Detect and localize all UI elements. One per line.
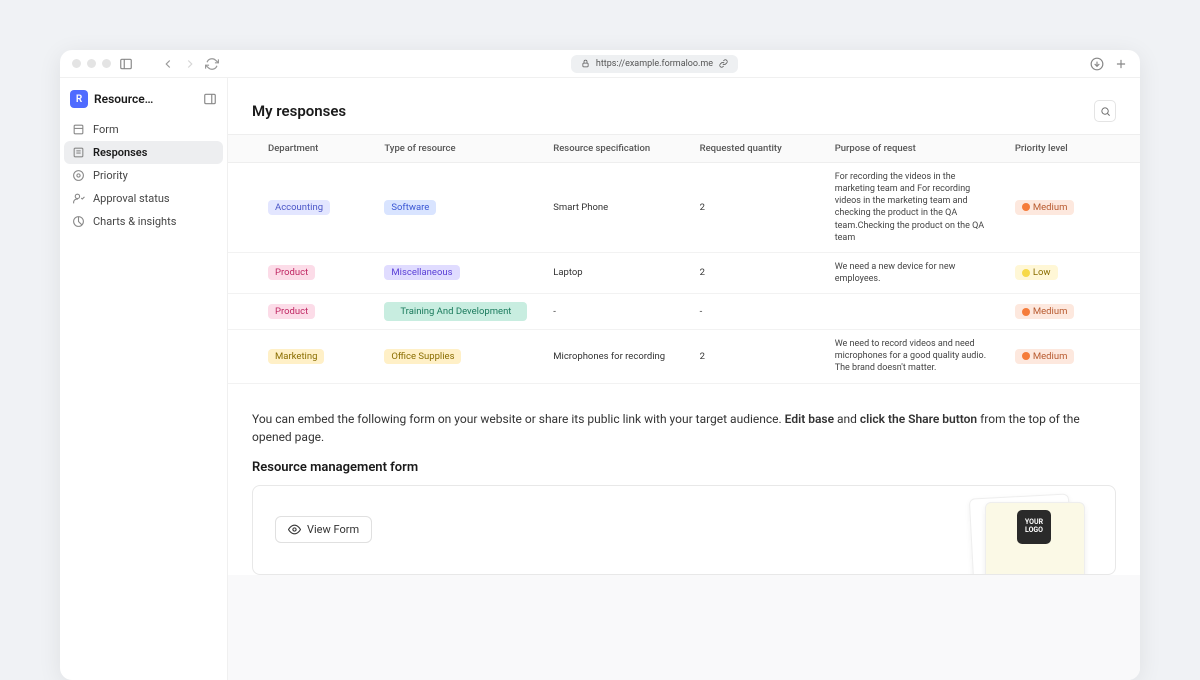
reload-button[interactable] <box>205 57 219 71</box>
type-tag: Miscellaneous <box>384 265 459 280</box>
app-logo: R <box>70 90 88 108</box>
form-icon <box>72 123 85 136</box>
dept-tag: Marketing <box>268 349 324 364</box>
priority-tag: Low <box>1015 265 1058 280</box>
table-row[interactable]: Accounting Software Smart Phone 2 For re… <box>228 163 1140 253</box>
responses-icon <box>72 146 85 159</box>
spec-cell: Smart Phone <box>543 163 689 253</box>
qty-cell: 2 <box>690 163 825 253</box>
eye-icon <box>288 523 301 536</box>
responses-table: Department Type of resource Resource spe… <box>228 134 1140 384</box>
qty-cell: 2 <box>690 330 825 383</box>
forward-button[interactable] <box>183 57 197 71</box>
dept-tag: Product <box>268 304 315 319</box>
sidebar-item-responses[interactable]: Responses <box>64 141 223 164</box>
sidebar-header: R Resource… <box>64 84 223 118</box>
embed-section: You can embed the following form on your… <box>228 384 1140 575</box>
back-button[interactable] <box>161 57 175 71</box>
logo-placeholder: YOUR LOGO <box>1017 510 1051 544</box>
priority-icon <box>72 169 85 182</box>
main-content: My responses Department Type of resource… <box>228 78 1140 680</box>
sidebar: R Resource… Form Responses Priority Appr… <box>60 78 228 680</box>
priority-tag: Medium <box>1015 304 1075 319</box>
type-tag: Training And Development <box>384 302 527 321</box>
link-icon <box>719 59 728 68</box>
view-form-label: View Form <box>307 523 359 536</box>
col-qty[interactable]: Requested quantity <box>690 135 825 163</box>
purpose-cell: We need a new device for new employees. <box>835 261 990 285</box>
collapse-icon[interactable] <box>203 92 217 106</box>
priority-tag: Medium <box>1015 200 1075 215</box>
sidebar-item-label: Approval status <box>93 192 170 205</box>
form-preview: YOUR LOGO <box>965 496 1085 575</box>
sidebar-item-charts[interactable]: Charts & insights <box>64 210 223 233</box>
app-title: Resource… <box>94 92 197 106</box>
lock-icon <box>581 59 590 68</box>
type-tag: Software <box>384 200 436 215</box>
traffic-lights[interactable] <box>72 59 111 68</box>
table-row[interactable]: Product Training And Development - - Med… <box>228 294 1140 330</box>
dept-tag: Product <box>268 265 315 280</box>
download-icon[interactable] <box>1090 57 1104 71</box>
view-form-button[interactable]: View Form <box>275 516 372 543</box>
search-button[interactable] <box>1094 100 1116 122</box>
spec-cell: Microphones for recording <box>543 330 689 383</box>
form-title: Resource management form <box>252 460 1116 475</box>
qty-cell: - <box>690 294 825 330</box>
col-purpose[interactable]: Purpose of request <box>825 135 1005 163</box>
sidebar-item-priority[interactable]: Priority <box>64 164 223 187</box>
titlebar: https://example.formaloo.me <box>60 50 1140 78</box>
page-title: My responses <box>252 102 346 120</box>
charts-icon <box>72 215 85 228</box>
spec-cell: Laptop <box>543 252 689 293</box>
sidebar-item-form[interactable]: Form <box>64 118 223 141</box>
spec-cell: - <box>543 294 689 330</box>
col-priority[interactable]: Priority level <box>1005 135 1140 163</box>
table-row[interactable]: Product Miscellaneous Laptop 2 We need a… <box>228 252 1140 293</box>
qty-cell: 2 <box>690 252 825 293</box>
col-spec[interactable]: Resource specification <box>543 135 689 163</box>
col-type[interactable]: Type of resource <box>374 135 543 163</box>
sidebar-item-approval[interactable]: Approval status <box>64 187 223 210</box>
table-row[interactable]: Marketing Office Supplies Microphones fo… <box>228 330 1140 383</box>
url-text: https://example.formaloo.me <box>596 59 713 69</box>
new-tab-icon[interactable] <box>1114 57 1128 71</box>
sidebar-item-label: Priority <box>93 169 128 182</box>
purpose-cell: We need to record videos and need microp… <box>835 338 990 374</box>
sidebar-toggle-icon[interactable] <box>119 57 133 71</box>
approval-icon <box>72 192 85 205</box>
purpose-cell: For recording the videos in the marketin… <box>835 171 990 244</box>
dept-tag: Accounting <box>268 200 330 215</box>
priority-tag: Medium <box>1015 349 1075 364</box>
form-card: View Form YOUR LOGO <box>252 485 1116 575</box>
url-bar[interactable]: https://example.formaloo.me <box>571 55 738 73</box>
col-department[interactable]: Department <box>228 135 374 163</box>
sidebar-item-label: Charts & insights <box>93 215 176 228</box>
search-icon <box>1100 106 1111 117</box>
embed-text: You can embed the following form on your… <box>252 410 1116 446</box>
type-tag: Office Supplies <box>384 349 461 364</box>
app-window: https://example.formaloo.me R Resource… … <box>60 50 1140 680</box>
sidebar-item-label: Form <box>93 123 119 136</box>
sidebar-item-label: Responses <box>93 146 147 159</box>
